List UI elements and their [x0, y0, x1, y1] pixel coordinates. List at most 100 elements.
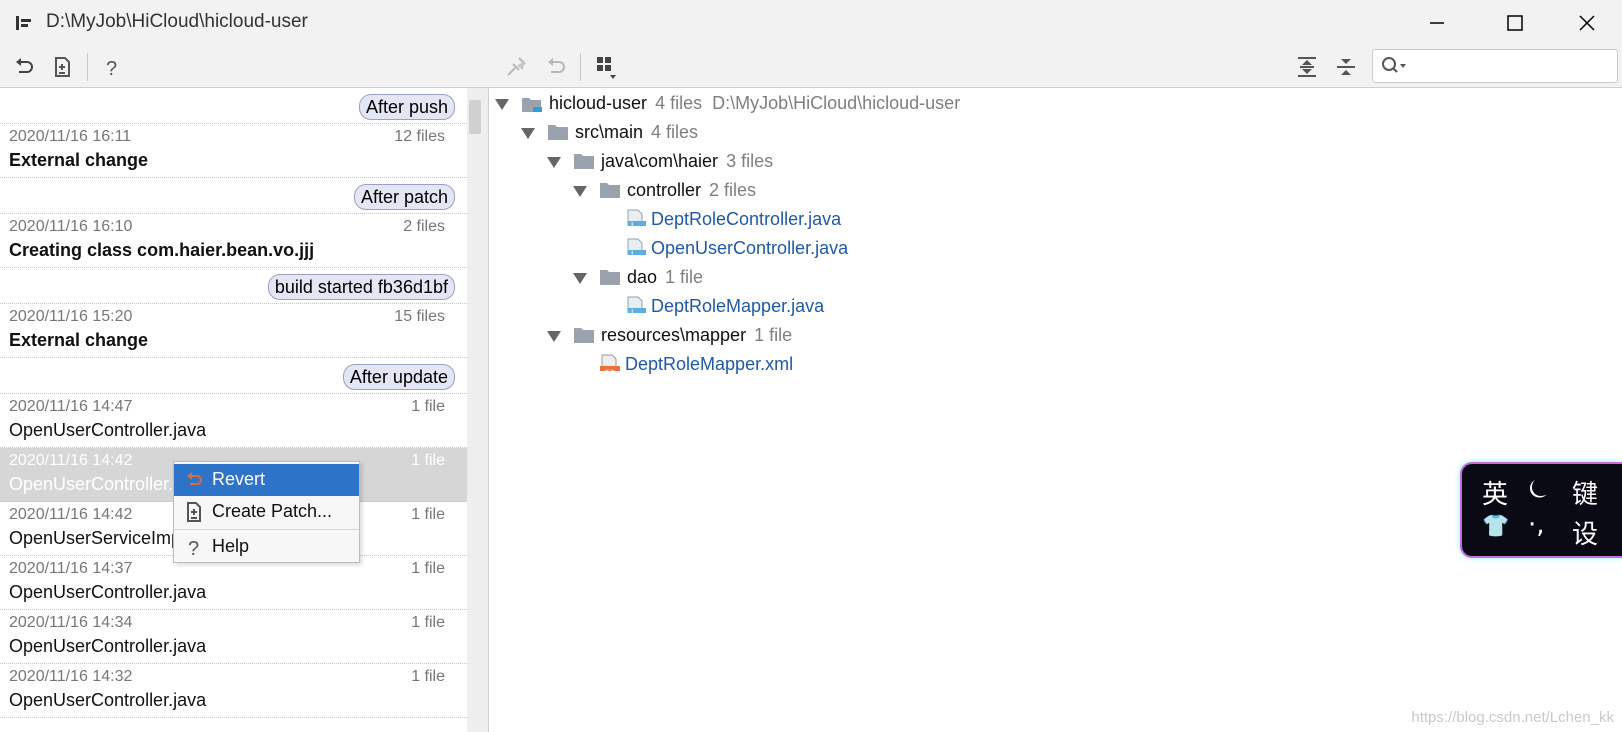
- tree-file-dept-role-mapper-xml[interactable]: <> DeptRoleMapper.xml: [489, 352, 1589, 380]
- help-button[interactable]: ?: [99, 54, 125, 80]
- create-patch-icon: [55, 57, 70, 77]
- ime-skin-key[interactable]: 👕: [1482, 514, 1509, 539]
- history-entry[interactable]: 2020/11/16 14:32 1 file OpenUserController…: [0, 664, 467, 718]
- app-icon: [14, 13, 34, 33]
- tree-node-count: 1 file: [665, 267, 704, 287]
- expand-arrow-icon[interactable]: [547, 331, 561, 342]
- history-entry[interactable]: 2020/11/16 16:11 12 files External change: [0, 124, 467, 178]
- history-entry-date: 2020/11/16 14:34: [9, 614, 133, 631]
- history-entry[interactable]: 2020/11/16 14:37 1 file OpenUserController…: [0, 556, 467, 610]
- scrollbar-thumb[interactable]: [469, 100, 481, 134]
- history-label-badge: After update: [342, 364, 455, 390]
- tree-node-java-package[interactable]: java\com\haier 3 files: [489, 149, 1589, 177]
- menu-item-label: Help: [212, 536, 250, 556]
- maximize-icon: [1507, 14, 1523, 31]
- history-entry-name: OpenUserController.java: [9, 582, 207, 602]
- expand-all-icon: [1298, 57, 1316, 77]
- tree-node-count: 1 file: [754, 325, 793, 345]
- history-entry-file-count: 1 file: [411, 668, 445, 685]
- history-entry-date: 2020/11/16 16:10: [9, 218, 133, 235]
- menu-item-help[interactable]: ? Help: [174, 531, 359, 563]
- folder-icon: [574, 328, 594, 343]
- ime-mode-key[interactable]: 英: [1482, 474, 1508, 511]
- search-input[interactable]: [1407, 54, 1611, 78]
- toolbar: ?: [0, 45, 1622, 88]
- tree-node-count: 4 files: [655, 93, 703, 113]
- apply-icon: [507, 57, 526, 76]
- history-label-row[interactable]: After update: [0, 358, 467, 394]
- ime-keyboard-key[interactable]: 键: [1572, 474, 1598, 511]
- history-entry-file-count: 12 files: [394, 128, 445, 145]
- toolbar-separator: [580, 53, 581, 81]
- tree-node-root[interactable]: hicloud-user 4 files D:\MyJob\HiCloud\hicl…: [489, 91, 1589, 119]
- tree-file-dept-role-mapper-java[interactable]: J DeptRoleMapper.java: [489, 294, 1589, 322]
- collapse-all-button[interactable]: [1333, 54, 1359, 80]
- ime-punct-key[interactable]: ·,: [1528, 510, 1545, 540]
- tree-node-label: java\com\haier: [601, 151, 719, 171]
- history-entry[interactable]: 2020/11/16 14:34 1 file OpenUserController…: [0, 610, 467, 664]
- close-icon: [1579, 14, 1595, 31]
- history-entry[interactable]: 2020/11/16 15:20 15 files External change: [0, 304, 467, 358]
- tree-node-label: hicloud-user: [549, 93, 648, 113]
- tree-node-count: 2 files: [709, 180, 757, 200]
- tree-node-resources-mapper[interactable]: resources\mapper 1 file: [489, 323, 1589, 351]
- tree-node-src-main[interactable]: src\main 4 files: [489, 120, 1589, 148]
- tree-file-dept-role-controller[interactable]: J DeptRoleController.java: [489, 207, 1589, 235]
- expand-arrow-icon[interactable]: [495, 99, 509, 110]
- expand-arrow-icon[interactable]: [573, 186, 587, 197]
- history-entry-file-count: 1 file: [411, 614, 445, 631]
- svg-text:?: ?: [106, 58, 117, 78]
- history-label-row[interactable]: After patch: [0, 178, 467, 214]
- group-by-button[interactable]: [594, 54, 620, 80]
- history-scrollbar[interactable]: [467, 88, 483, 732]
- history-entry-name: OpenUserController.java: [9, 690, 207, 710]
- menu-item-label: Create Patch...: [212, 501, 333, 521]
- java-file-icon: J: [627, 209, 646, 226]
- window-title: D:\MyJob\HiCloud\hicloud-user: [46, 11, 308, 32]
- minimize-button[interactable]: [1402, 0, 1472, 45]
- history-entry-file-count: 1 file: [411, 560, 445, 577]
- context-menu: Revert Create Patch... ? Help: [173, 461, 360, 563]
- maximize-button[interactable]: [1480, 0, 1550, 45]
- ime-settings-key[interactable]: 设: [1572, 514, 1598, 551]
- tree-node-controller[interactable]: controller 2 files: [489, 178, 1589, 206]
- history-entry-date: 2020/11/16 16:11: [9, 128, 132, 145]
- menu-item-label: Revert: [212, 469, 266, 489]
- svg-text:<>: <>: [603, 367, 616, 371]
- module-icon: [522, 98, 542, 112]
- ime-toolbar[interactable]: 英 ⏾ 键 👕 ·, 设: [1462, 464, 1622, 556]
- history-label-row[interactable]: After push: [0, 88, 467, 124]
- close-button[interactable]: [1552, 0, 1622, 45]
- changes-tree: hicloud-user 4 files D:\MyJob\HiCloud\hicl…: [489, 88, 1622, 732]
- tree-file-open-user-controller[interactable]: J OpenUserController.java: [489, 236, 1589, 264]
- history-entry[interactable]: 2020/11/16 14:47 1 file OpenUserController…: [0, 394, 467, 448]
- menu-item-revert[interactable]: Revert: [174, 464, 359, 496]
- apply-button[interactable]: [504, 54, 530, 80]
- history-list: After push 2020/11/16 16:11 12 files Extern…: [0, 88, 467, 732]
- search-icon: [1382, 57, 1406, 73]
- history-label-row[interactable]: build started fb36d1bf: [0, 268, 467, 304]
- tree-node-label: DeptRoleMapper.java: [651, 296, 825, 316]
- revert-icon: [187, 472, 202, 485]
- revert-button[interactable]: [11, 54, 37, 80]
- expand-arrow-icon[interactable]: [573, 273, 587, 284]
- folder-icon: [548, 125, 568, 140]
- menu-item-create-patch[interactable]: Create Patch...: [174, 496, 359, 528]
- folder-icon: [574, 154, 594, 169]
- expand-arrow-icon[interactable]: [547, 157, 561, 168]
- tree-node-count: 3 files: [726, 151, 774, 171]
- create-patch-button[interactable]: [49, 54, 75, 80]
- history-entry[interactable]: 2020/11/16 16:10 2 files Creating class co…: [0, 214, 467, 268]
- folder-icon: [600, 270, 620, 285]
- expand-all-button[interactable]: [1294, 54, 1320, 80]
- tree-node-label: controller: [627, 180, 702, 200]
- help-icon: ?: [106, 58, 117, 78]
- ime-moon-key[interactable]: ⏾: [1528, 474, 1549, 505]
- tree-node-label: dao: [627, 267, 658, 287]
- expand-arrow-icon[interactable]: [521, 128, 535, 139]
- revert-disabled-button[interactable]: [543, 54, 569, 80]
- history-entry-date: 2020/11/16 15:20: [9, 308, 133, 325]
- history-entry-file-count: 1 file: [411, 452, 445, 469]
- search-field[interactable]: [1372, 49, 1618, 83]
- tree-node-dao[interactable]: dao 1 file: [489, 265, 1589, 293]
